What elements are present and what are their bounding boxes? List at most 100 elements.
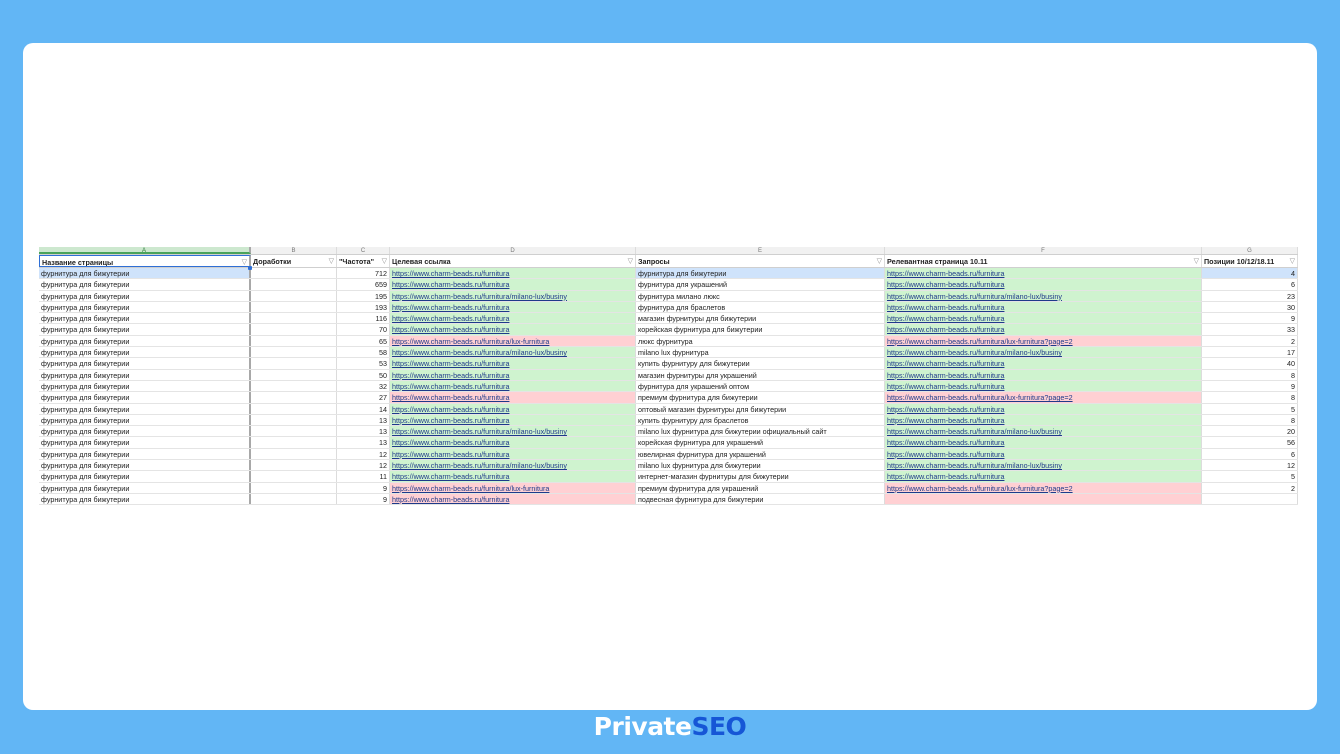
cell-relevant-page[interactable]: https://www.charm-beads.ru/furnitura xyxy=(885,437,1202,448)
cell-relevant-page[interactable]: https://www.charm-beads.ru/furnitura/mil… xyxy=(885,290,1202,301)
cell-frequency[interactable]: 9 xyxy=(337,493,390,505)
cell-target-link[interactable]: https://www.charm-beads.ru/furnitura xyxy=(390,313,636,324)
link-text[interactable]: https://www.charm-beads.ru/furnitura xyxy=(392,280,509,289)
cell-page-name[interactable]: фурнитура для бижутерии xyxy=(39,347,251,358)
cell-position[interactable]: 2 xyxy=(1202,482,1298,493)
link-text[interactable]: https://www.charm-beads.ru/furnitura xyxy=(392,314,509,323)
link-text[interactable]: https://www.charm-beads.ru/furnitura xyxy=(887,472,1004,481)
link-text[interactable]: https://www.charm-beads.ru/furnitura/mil… xyxy=(887,292,1062,301)
cell-improvements[interactable] xyxy=(251,313,337,324)
cell-frequency[interactable]: 32 xyxy=(337,380,390,392)
cell-relevant-page[interactable]: https://www.charm-beads.ru/furnitura/lux… xyxy=(885,392,1202,403)
cell-page-name[interactable]: фурнитура для бижутерии xyxy=(39,460,251,471)
link-text[interactable]: https://www.charm-beads.ru/furnitura xyxy=(392,405,509,414)
cell-position[interactable]: 12 xyxy=(1202,460,1298,471)
cell-target-link[interactable]: https://www.charm-beads.ru/furnitura/mil… xyxy=(390,347,636,358)
header-cell-page-name[interactable]: Название страницы ▽ xyxy=(39,255,251,267)
cell-frequency[interactable]: 12 xyxy=(337,460,390,471)
cell-frequency[interactable]: 12 xyxy=(337,448,390,460)
cell-improvements[interactable] xyxy=(251,380,337,392)
cell-target-link[interactable]: https://www.charm-beads.ru/furnitura xyxy=(390,324,636,335)
cell-query[interactable]: milano lux фурнитура для бижутерии xyxy=(636,460,885,471)
cell-page-name[interactable]: фурнитура для бижутерии xyxy=(39,335,251,347)
link-text[interactable]: https://www.charm-beads.ru/furnitura xyxy=(392,371,509,380)
cell-frequency[interactable]: 53 xyxy=(337,358,390,369)
cell-frequency[interactable]: 50 xyxy=(337,369,390,380)
cell-frequency[interactable]: 65 xyxy=(337,335,390,347)
link-text[interactable]: https://www.charm-beads.ru/furnitura/lux… xyxy=(392,337,549,346)
col-letter-b[interactable]: B xyxy=(251,247,337,254)
header-cell-improvements[interactable]: Доработки ▽ xyxy=(251,255,337,267)
cell-position[interactable] xyxy=(1202,493,1298,505)
cell-target-link[interactable]: https://www.charm-beads.ru/furnitura xyxy=(390,369,636,380)
cell-relevant-page[interactable]: https://www.charm-beads.ru/furnitura xyxy=(885,313,1202,324)
link-text[interactable]: https://www.charm-beads.ru/furnitura xyxy=(392,393,509,402)
filter-icon[interactable]: ▽ xyxy=(628,255,633,267)
cell-query[interactable]: оптовый магазин фурнитуры для бижутерии xyxy=(636,403,885,414)
cell-improvements[interactable] xyxy=(251,426,337,437)
link-text[interactable]: https://www.charm-beads.ru/furnitura xyxy=(887,325,1004,334)
col-letter-e[interactable]: E xyxy=(636,247,885,254)
cell-query[interactable]: премиум фурнитура для бижутерии xyxy=(636,392,885,403)
cell-target-link[interactable]: https://www.charm-beads.ru/furnitura xyxy=(390,301,636,313)
cell-improvements[interactable] xyxy=(251,414,337,426)
cell-query[interactable]: корейская фурнитура для бижутерии xyxy=(636,324,885,335)
cell-page-name[interactable]: фурнитура для бижутерии xyxy=(39,471,251,482)
link-text[interactable]: https://www.charm-beads.ru/furnitura xyxy=(887,303,1004,312)
cell-frequency[interactable]: 195 xyxy=(337,290,390,301)
link-text[interactable]: https://www.charm-beads.ru/furnitura/lux… xyxy=(887,484,1073,493)
cell-relevant-page[interactable]: https://www.charm-beads.ru/furnitura xyxy=(885,414,1202,426)
cell-query[interactable]: интернет-магазин фурнитуры для бижутерии xyxy=(636,471,885,482)
cell-position[interactable]: 6 xyxy=(1202,448,1298,460)
cell-improvements[interactable] xyxy=(251,482,337,493)
cell-relevant-page[interactable]: https://www.charm-beads.ru/furnitura/mil… xyxy=(885,347,1202,358)
link-text[interactable]: https://www.charm-beads.ru/furnitura xyxy=(392,303,509,312)
cell-position[interactable]: 9 xyxy=(1202,380,1298,392)
cell-page-name[interactable]: фурнитура для бижутерии xyxy=(39,380,251,392)
cell-query[interactable]: milano lux фурнитура для бижутерии офици… xyxy=(636,426,885,437)
link-text[interactable]: https://www.charm-beads.ru/furnitura/lux… xyxy=(392,484,549,493)
cell-page-name[interactable]: фурнитура для бижутерии xyxy=(39,403,251,414)
link-text[interactable]: https://www.charm-beads.ru/furnitura xyxy=(887,438,1004,447)
cell-target-link[interactable]: https://www.charm-beads.ru/furnitura xyxy=(390,279,636,290)
cell-query[interactable]: премиум фурнитура для украшений xyxy=(636,482,885,493)
cell-target-link[interactable]: https://www.charm-beads.ru/furnitura xyxy=(390,358,636,369)
cell-position[interactable]: 4 xyxy=(1202,268,1298,279)
header-cell-queries[interactable]: Запросы ▽ xyxy=(636,255,885,267)
cell-frequency[interactable]: 659 xyxy=(337,279,390,290)
cell-relevant-page[interactable]: https://www.charm-beads.ru/furnitura xyxy=(885,403,1202,414)
link-text[interactable]: https://www.charm-beads.ru/furnitura/mil… xyxy=(392,461,567,470)
col-letter-g[interactable]: G xyxy=(1202,247,1298,254)
cell-position[interactable]: 33 xyxy=(1202,324,1298,335)
cell-relevant-page[interactable]: https://www.charm-beads.ru/furnitura xyxy=(885,324,1202,335)
link-text[interactable]: https://www.charm-beads.ru/furnitura/mil… xyxy=(887,427,1062,436)
cell-improvements[interactable] xyxy=(251,279,337,290)
cell-relevant-page[interactable] xyxy=(885,493,1202,505)
filter-icon[interactable]: ▽ xyxy=(382,255,387,267)
cell-page-name[interactable]: фурнитура для бижутерии xyxy=(39,313,251,324)
cell-target-link[interactable]: https://www.charm-beads.ru/furnitura xyxy=(390,448,636,460)
cell-improvements[interactable] xyxy=(251,358,337,369)
filter-icon[interactable]: ▽ xyxy=(329,255,334,267)
link-text[interactable]: https://www.charm-beads.ru/furnitura/lux… xyxy=(887,393,1073,402)
cell-page-name[interactable]: фурнитура для бижутерии xyxy=(39,268,251,279)
cell-improvements[interactable] xyxy=(251,268,337,279)
link-text[interactable]: https://www.charm-beads.ru/furnitura xyxy=(392,325,509,334)
link-text[interactable]: https://www.charm-beads.ru/furnitura xyxy=(887,450,1004,459)
link-text[interactable]: https://www.charm-beads.ru/furnitura xyxy=(887,359,1004,368)
cell-page-name[interactable]: фурнитура для бижутерии xyxy=(39,482,251,493)
cell-page-name[interactable]: фурнитура для бижутерии xyxy=(39,358,251,369)
link-text[interactable]: https://www.charm-beads.ru/furnitura/mil… xyxy=(887,348,1062,357)
cell-improvements[interactable] xyxy=(251,290,337,301)
link-text[interactable]: https://www.charm-beads.ru/furnitura/mil… xyxy=(392,427,567,436)
link-text[interactable]: https://www.charm-beads.ru/furnitura/mil… xyxy=(887,461,1062,470)
cell-query[interactable]: фурнитура для украшений xyxy=(636,279,885,290)
cell-position[interactable]: 2 xyxy=(1202,335,1298,347)
link-text[interactable]: https://www.charm-beads.ru/furnitura xyxy=(392,382,509,391)
cell-improvements[interactable] xyxy=(251,448,337,460)
cell-position[interactable]: 56 xyxy=(1202,437,1298,448)
cell-improvements[interactable] xyxy=(251,335,337,347)
cell-page-name[interactable]: фурнитура для бижутерии xyxy=(39,301,251,313)
cell-improvements[interactable] xyxy=(251,324,337,335)
cell-target-link[interactable]: https://www.charm-beads.ru/furnitura xyxy=(390,268,636,279)
